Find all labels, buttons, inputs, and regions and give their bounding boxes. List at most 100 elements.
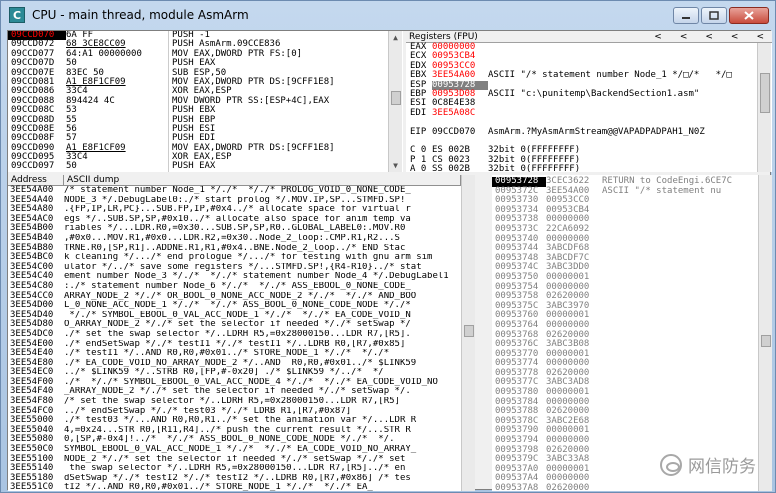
register-row[interactable]: A 0 SS 002B 32bit 0(FFFFFFFF) <box>406 164 772 172</box>
register-nav-arrow-icon[interactable]: < <box>680 32 688 42</box>
scroll-thumb[interactable] <box>760 73 770 113</box>
register-nav-arrow-icon[interactable]: < <box>731 32 739 42</box>
cpu-client-area: 09CCD070 6A FF PUSH -1 09CCD072 68 3CE8CC09 P… <box>7 30 772 491</box>
dump-row[interactable]: 3EE54A40 NODE_3 */.DebugLabel0:./* start … <box>8 195 475 206</box>
minimize-button[interactable] <box>673 7 699 24</box>
dump-row[interactable]: 3EE54BC0 k cleaning */.../* end prologue … <box>8 253 475 263</box>
disasm-row[interactable]: 09CCD097 50 PUSH EAX <box>8 161 403 172</box>
dump-col-ascii[interactable]: ASCII dump <box>64 175 461 185</box>
dump-row[interactable]: 3EE54E80 ./* EA_CODE_VOID_NO_ARRAY_NODE_2… <box>8 358 475 369</box>
registers-scrollbar[interactable] <box>757 43 771 172</box>
minimize-icon <box>682 16 690 19</box>
dump-row[interactable]: 3EE54E00 ./* endSetSwap */./* testI1 */./… <box>8 339 475 350</box>
close-button[interactable] <box>729 7 769 24</box>
register-nav-arrow-icon[interactable]: < <box>654 32 662 42</box>
dump-pane[interactable]: Address ASCII dump 3EE54A00/* statement … <box>8 175 475 491</box>
dump-address: 3EE551C0 <box>10 482 54 491</box>
disasm-hex: 56 <box>66 123 77 134</box>
dump-ascii-text: tI2 */..AND R0,R0,#0x01../* STORE_NODE_1… <box>64 483 373 491</box>
dump-row[interactable]: 3EE55000 ./* test03 */...AND R0,R0,R1../*… <box>8 416 475 426</box>
disasm-hex: 55 <box>66 114 77 125</box>
disasm-command: PUSH EAX <box>168 162 388 172</box>
register-comment: AsmArm.?MyAsmArmStream@@VAPADPADPAH1_N0Z <box>488 126 705 137</box>
dump-row[interactable]: 3EE55100 NODE_2 */./* set the selector if… <box>8 454 475 465</box>
dump-ascii-text: the swap selector */..LDRH R5,=0x2800015… <box>64 464 406 474</box>
dump-ascii-text: ./* EA_CODE_VOID_NO_ARRAY_NODE_2 */..AND… <box>64 358 417 368</box>
scroll-up-icon[interactable]: ▲ <box>389 31 402 44</box>
dump-row[interactable]: 3EE55180 dSetSwap */./* testI2 */./* test… <box>8 473 475 484</box>
register-value[interactable]: 3EE5A08C <box>432 108 488 118</box>
dump-row[interactable]: 3EE54EC0 ../* $LINK59 */..STRB R0,[FP,#-0… <box>8 368 475 378</box>
dump-row[interactable]: 3EE54B00 riables */...LDR.R0,=0x30...SUB.… <box>8 224 475 234</box>
disasm-address: 09CCD097 <box>11 161 55 172</box>
register-row[interactable]: EDI 3EE5A08C <box>406 107 772 118</box>
dump-row[interactable]: 3EE54C00 ulator */../* save some register… <box>8 262 475 273</box>
dump-row[interactable]: 3EE54D00 L_0_NONE_ACC_NODE_1 */./* */./* … <box>8 301 475 311</box>
stack-rows: 00953728 3CEC3622 RETURN to CodeEngi.6CE7C… <box>492 175 772 491</box>
dump-ascii-text: ./* */./* SYMBOL_EBOOL_0_VAL_ACC_NODE_4 … <box>64 377 438 387</box>
dump-ascii-text: 4,=0x24...STR R0,[R11,R4]../* push the c… <box>64 425 411 435</box>
maximize-button[interactable] <box>701 7 727 24</box>
dump-row[interactable]: 3EE54E40 ./* testI1 */..AND R0,R0,#0x01..… <box>8 348 475 359</box>
dump-ascii-text: ulator */../* save some registers */...S… <box>64 262 422 272</box>
dump-row[interactable]: 3EE55140 the swap selector */..LDRH R5,=… <box>8 464 475 474</box>
dump-row[interactable]: 3EE550C0 SYMBOL_EBOOL_0_VAL_ACC_NODE_1 */… <box>8 444 475 455</box>
dump-row[interactable]: 3EE54B40 ,#0x0...MOV.R1,#0x0...LDR.R2,=0x… <box>8 233 475 244</box>
stack-row[interactable]: 009537A8 02620000 <box>492 483 772 491</box>
dump-ascii-text: ement number Node_3 */./* */./* statemen… <box>64 272 449 282</box>
dump-row[interactable]: 3EE55040 4,=0x24...STR R0,[R11,R4]../* pu… <box>8 425 475 436</box>
scroll-thumb[interactable] <box>464 325 474 337</box>
dump-row[interactable]: 3EE54FC0 ../* endSetSwap */./* test03 */.… <box>8 406 475 417</box>
dump-ascii-text: SYMBOL_EBOOL_0_VAL_ACC_NODE_1 */./* */./… <box>64 445 417 455</box>
dump-row[interactable]: 3EE551C0 tI2 */..AND R0,R0,#0x01../* STOR… <box>8 483 475 491</box>
scroll-thumb[interactable] <box>761 335 771 347</box>
register-row[interactable]: EIP 09CCD070 AsmArm.?MyAsmArmStream@@VAPAD… <box>406 126 772 137</box>
disassembly-pane[interactable]: 09CCD070 6A FF PUSH -1 09CCD072 68 3CE8CC09 P… <box>8 31 403 172</box>
dump-ascii-text: /* set the swap selector */..LDRH R5,=0x… <box>64 397 400 407</box>
dump-row[interactable]: 3EE54F40 _ARRAY_NODE_2 */./* set the sele… <box>8 387 475 397</box>
dump-row[interactable]: 3EE55080 0,[SP,#-0x4]!../* */./* ASS_BOOL… <box>8 435 475 445</box>
registers-nav-arrows: < < < < < <box>654 32 772 42</box>
register-value[interactable]: SS 002B <box>432 164 488 172</box>
dump-row[interactable]: 3EE54A80 .{FP,IP,LR,PC}...SUB.FP,IP,#0x4.… <box>8 205 475 215</box>
scroll-thumb[interactable] <box>391 91 401 105</box>
dump-ascii-text: O_ARRAY_NODE_2 */./* set the selector if… <box>64 320 411 330</box>
dump-row[interactable]: 3EE54D40 */./* SYMBOL_EBOOL_0_VAL_ACC_NO… <box>8 310 475 321</box>
disasm-hex: 64:A1 00000000 <box>66 48 142 59</box>
dump-row[interactable]: 3EE54DC0 ./* set the swap selector */..LD… <box>8 329 475 340</box>
registers-title: Registers (FPU) <box>409 31 478 42</box>
register-value[interactable]: 09CCD070 <box>432 127 488 137</box>
disassembly-scrollbar[interactable]: ▲ ▼ <box>388 31 402 172</box>
dump-row[interactable]: 3EE54D80 O_ARRAY_NODE_2 */./* set the sel… <box>8 320 475 330</box>
dump-row[interactable]: 3EE54F00 ./* */./* SYMBOL_EBOOL_0_VAL_ACC… <box>8 377 475 388</box>
register-nav-arrow-icon[interactable]: < <box>705 32 713 42</box>
scroll-down-icon[interactable]: ▼ <box>389 159 402 172</box>
title-bar[interactable]: C CPU - main thread, module AsmArm <box>1 1 775 29</box>
disasm-hex: 50 <box>66 161 77 172</box>
dump-ascii-text: egs */..SUB.SP,SP,#0x10../* allocate als… <box>64 214 411 224</box>
dump-ascii-text: ./* testI1 */..AND R0,R0,#0x01../* STORE… <box>64 349 390 359</box>
dump-row[interactable]: 3EE54C40 ement number Node_3 */./* */./* … <box>8 272 475 282</box>
register-name: EDI <box>410 107 427 118</box>
dump-col-address[interactable]: Address <box>8 175 64 185</box>
register-nav-arrow-icon[interactable]: < <box>756 32 764 42</box>
dump-ascii-text: NODE_2 */./* set the selector if needed … <box>64 454 406 464</box>
dump-row[interactable]: 3EE54F80/* set the swap selector */..LDR… <box>8 396 475 407</box>
maximize-icon <box>709 11 719 20</box>
disassembly-rows: 09CCD070 6A FF PUSH -1 09CCD072 68 3CE8CC09 P… <box>8 31 403 172</box>
dump-row[interactable]: 3EE54C80:./* statement number Node_6 */.… <box>8 281 475 292</box>
dump-row[interactable]: 3EE54AC0 egs */..SUB.SP,SP,#0x10../* allo… <box>8 214 475 225</box>
dump-scrollbar[interactable] <box>461 175 475 491</box>
dump-row[interactable]: 3EE54CC0 ARRAY_NODE_2 */./* OR_BOOL_0_NON… <box>8 291 475 302</box>
dump-row[interactable]: 3EE54A00/* statement number Node_1 */./*… <box>8 185 475 196</box>
dump-ascii-text: ./* endSetSwap */./* testI1 */./* testI1… <box>64 339 406 349</box>
dump-row[interactable]: 3EE54B80 TRNE.R0,[SP,R1]..ADDNE.R1,R1,#0x… <box>8 243 475 254</box>
stack-scrollbar[interactable] <box>758 175 772 491</box>
app-icon: C <box>9 7 25 23</box>
disasm-hex: 894424 4C <box>66 95 115 106</box>
stack-pane[interactable]: 00953728 3CEC3622 RETURN to CodeEngi.6CE7C… <box>492 175 772 491</box>
dump-ascii-text: TRNE.R0,[SP,R1]..ADDNE.R1,R1,#0x4..BNE.N… <box>64 243 406 253</box>
watermark: 网信防务 <box>660 452 756 477</box>
wechat-logo-icon <box>660 453 682 476</box>
registers-pane[interactable]: Registers (FPU) < < < < < EAX 00000000 ECX 0095… <box>406 31 772 172</box>
